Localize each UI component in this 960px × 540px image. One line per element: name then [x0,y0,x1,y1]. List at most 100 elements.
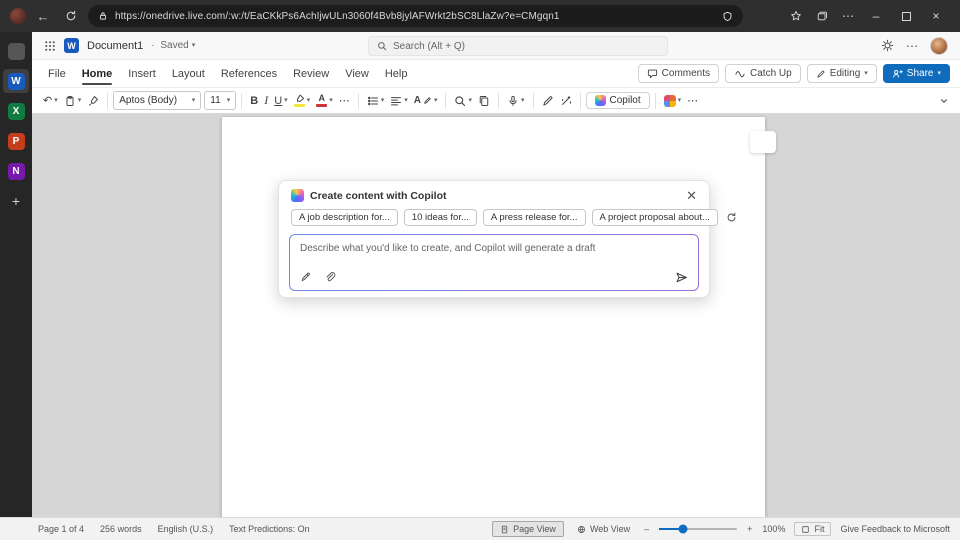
chip-project-proposal[interactable]: A project proposal about... [592,209,718,226]
bullet-list-button[interactable]: ▾ [364,93,388,109]
browser-more-button[interactable]: ⋯ [836,5,860,27]
paste-button[interactable]: ▾ [61,93,85,109]
sidebar-item-powerpoint[interactable]: P [3,129,29,153]
minimize-button[interactable]: – [862,4,890,28]
copilot-prompt-input[interactable]: Describe what you'd like to create, and … [289,234,699,291]
fit-button[interactable]: Fit [794,522,831,536]
editor-button[interactable] [539,93,557,109]
chevron-down-icon: ▾ [404,97,408,104]
word-count[interactable]: 256 words [100,524,142,534]
save-status[interactable]: · Saved▾ [151,40,195,51]
page-view-button[interactable]: Page View [492,521,564,537]
find-button[interactable]: ▾ [451,93,475,109]
feedback-link[interactable]: Give Feedback to Microsoft [840,524,950,534]
maximize-button[interactable] [892,4,920,28]
lock-icon [98,11,108,21]
app-profile-icon[interactable] [10,8,26,24]
favorites-star-icon [790,10,802,22]
document-title[interactable]: Document1 [87,40,143,52]
chip-job-description[interactable]: A job description for... [291,209,398,226]
sidebar-item-office[interactable] [3,39,29,63]
font-size-select[interactable]: 11 ▾ [204,91,236,110]
chevron-down-icon: ▾ [937,70,941,77]
tab-view[interactable]: View [337,61,377,87]
send-prompt-button[interactable] [675,271,688,284]
catch-up-button[interactable]: Catch Up [725,64,801,83]
tab-home[interactable]: Home [74,61,121,87]
header-more-button[interactable]: ⋯ [906,39,918,53]
ellipsis-icon: ⋯ [339,94,350,107]
collections-button[interactable] [810,5,834,27]
magic-wand-icon [560,95,572,107]
add-app-button[interactable]: + [12,193,20,209]
undo-button[interactable]: ↶▾ [40,92,61,109]
web-view-button[interactable]: Web View [573,522,634,536]
close-button[interactable]: × [922,4,950,28]
language-indicator[interactable]: English (U.S.) [158,524,214,534]
dictate-button[interactable]: ▾ [504,93,528,109]
font-name-select[interactable]: Aptos (Body) ▾ [113,91,201,110]
favorites-button[interactable] [784,5,808,27]
italic-button[interactable]: I [261,91,271,110]
word-logo[interactable]: W [64,38,79,53]
chip-ten-ideas[interactable]: 10 ideas for... [404,209,477,226]
comments-button[interactable]: Comments [638,64,719,83]
zoom-slider-thumb[interactable] [678,525,687,534]
font-color-button[interactable]: A ▾ [313,92,336,109]
sidebar-item-word[interactable]: W [3,69,29,93]
zoom-out-button[interactable]: – [643,522,650,536]
sidebar-item-excel[interactable]: X [3,99,29,123]
word-web-app: W Document1 · Saved▾ Search (Alt + Q) ⋯ … [32,32,960,517]
auto-rewrite-button[interactable] [557,93,575,109]
editing-mode-button[interactable]: Editing ▾ [807,64,877,83]
tab-review[interactable]: Review [285,61,337,87]
reading-view-button[interactable] [475,93,493,109]
waffle-menu-icon[interactable] [44,40,56,52]
line-spacing-button[interactable]: ▾ [387,93,411,109]
tab-layout[interactable]: Layout [164,61,213,87]
underline-button[interactable]: U▾ [271,93,290,109]
zoom-slider[interactable] [659,528,737,530]
share-label: Share [907,68,934,79]
designer-button[interactable]: ▾ [661,93,685,109]
share-button[interactable]: Share ▾ [883,64,950,83]
copilot-dialog-header: Create content with Copilot ✕ [279,181,709,206]
format-painter-button[interactable] [84,93,102,109]
settings-gear-icon[interactable] [881,39,894,52]
comments-label: Comments [662,68,710,79]
toolbar-more-button[interactable]: ⋯ [684,92,701,109]
text-predictions-toggle[interactable]: Text Predictions: On [229,524,310,534]
tracking-shield-icon[interactable] [722,11,733,22]
tab-help[interactable]: Help [377,61,416,87]
page-count[interactable]: Page 1 of 4 [38,524,84,534]
bold-button[interactable]: B [247,93,261,109]
compose-pen-icon[interactable] [300,271,312,283]
styles-button[interactable]: A ▾ [411,93,441,108]
powerpoint-icon: P [8,133,25,150]
margin-comment-card[interactable] [750,131,776,153]
document-canvas[interactable]: Create content with Copilot ✕ A job desc… [32,114,960,517]
tab-references[interactable]: References [213,61,285,87]
tab-file[interactable]: File [40,61,74,87]
address-bar[interactable]: https://onedrive.live.com/:w:/t/EaCKkPs6… [88,5,743,27]
document-page[interactable] [222,117,765,517]
copilot-close-button[interactable]: ✕ [686,189,697,202]
divider [241,93,242,109]
zoom-level[interactable]: 100% [762,524,785,534]
refresh-button[interactable] [60,5,82,27]
refresh-suggestions-button[interactable] [724,212,737,223]
divider [655,93,656,109]
font-more-button[interactable]: ⋯ [336,92,353,109]
sidebar-item-onenote[interactable]: N [3,159,29,183]
copilot-button[interactable]: Copilot [586,92,650,109]
chevron-down-icon: ▾ [678,97,682,104]
collapse-ribbon-button[interactable] [936,94,952,108]
back-button[interactable]: ← [32,5,54,27]
user-avatar[interactable] [930,37,948,55]
highlight-color-button[interactable]: ▾ [291,92,314,109]
search-input[interactable]: Search (Alt + Q) [368,36,668,56]
zoom-in-button[interactable]: + [746,522,753,536]
chip-press-release[interactable]: A press release for... [483,209,586,226]
tab-insert[interactable]: Insert [120,61,164,87]
attach-paperclip-icon[interactable] [324,271,336,283]
